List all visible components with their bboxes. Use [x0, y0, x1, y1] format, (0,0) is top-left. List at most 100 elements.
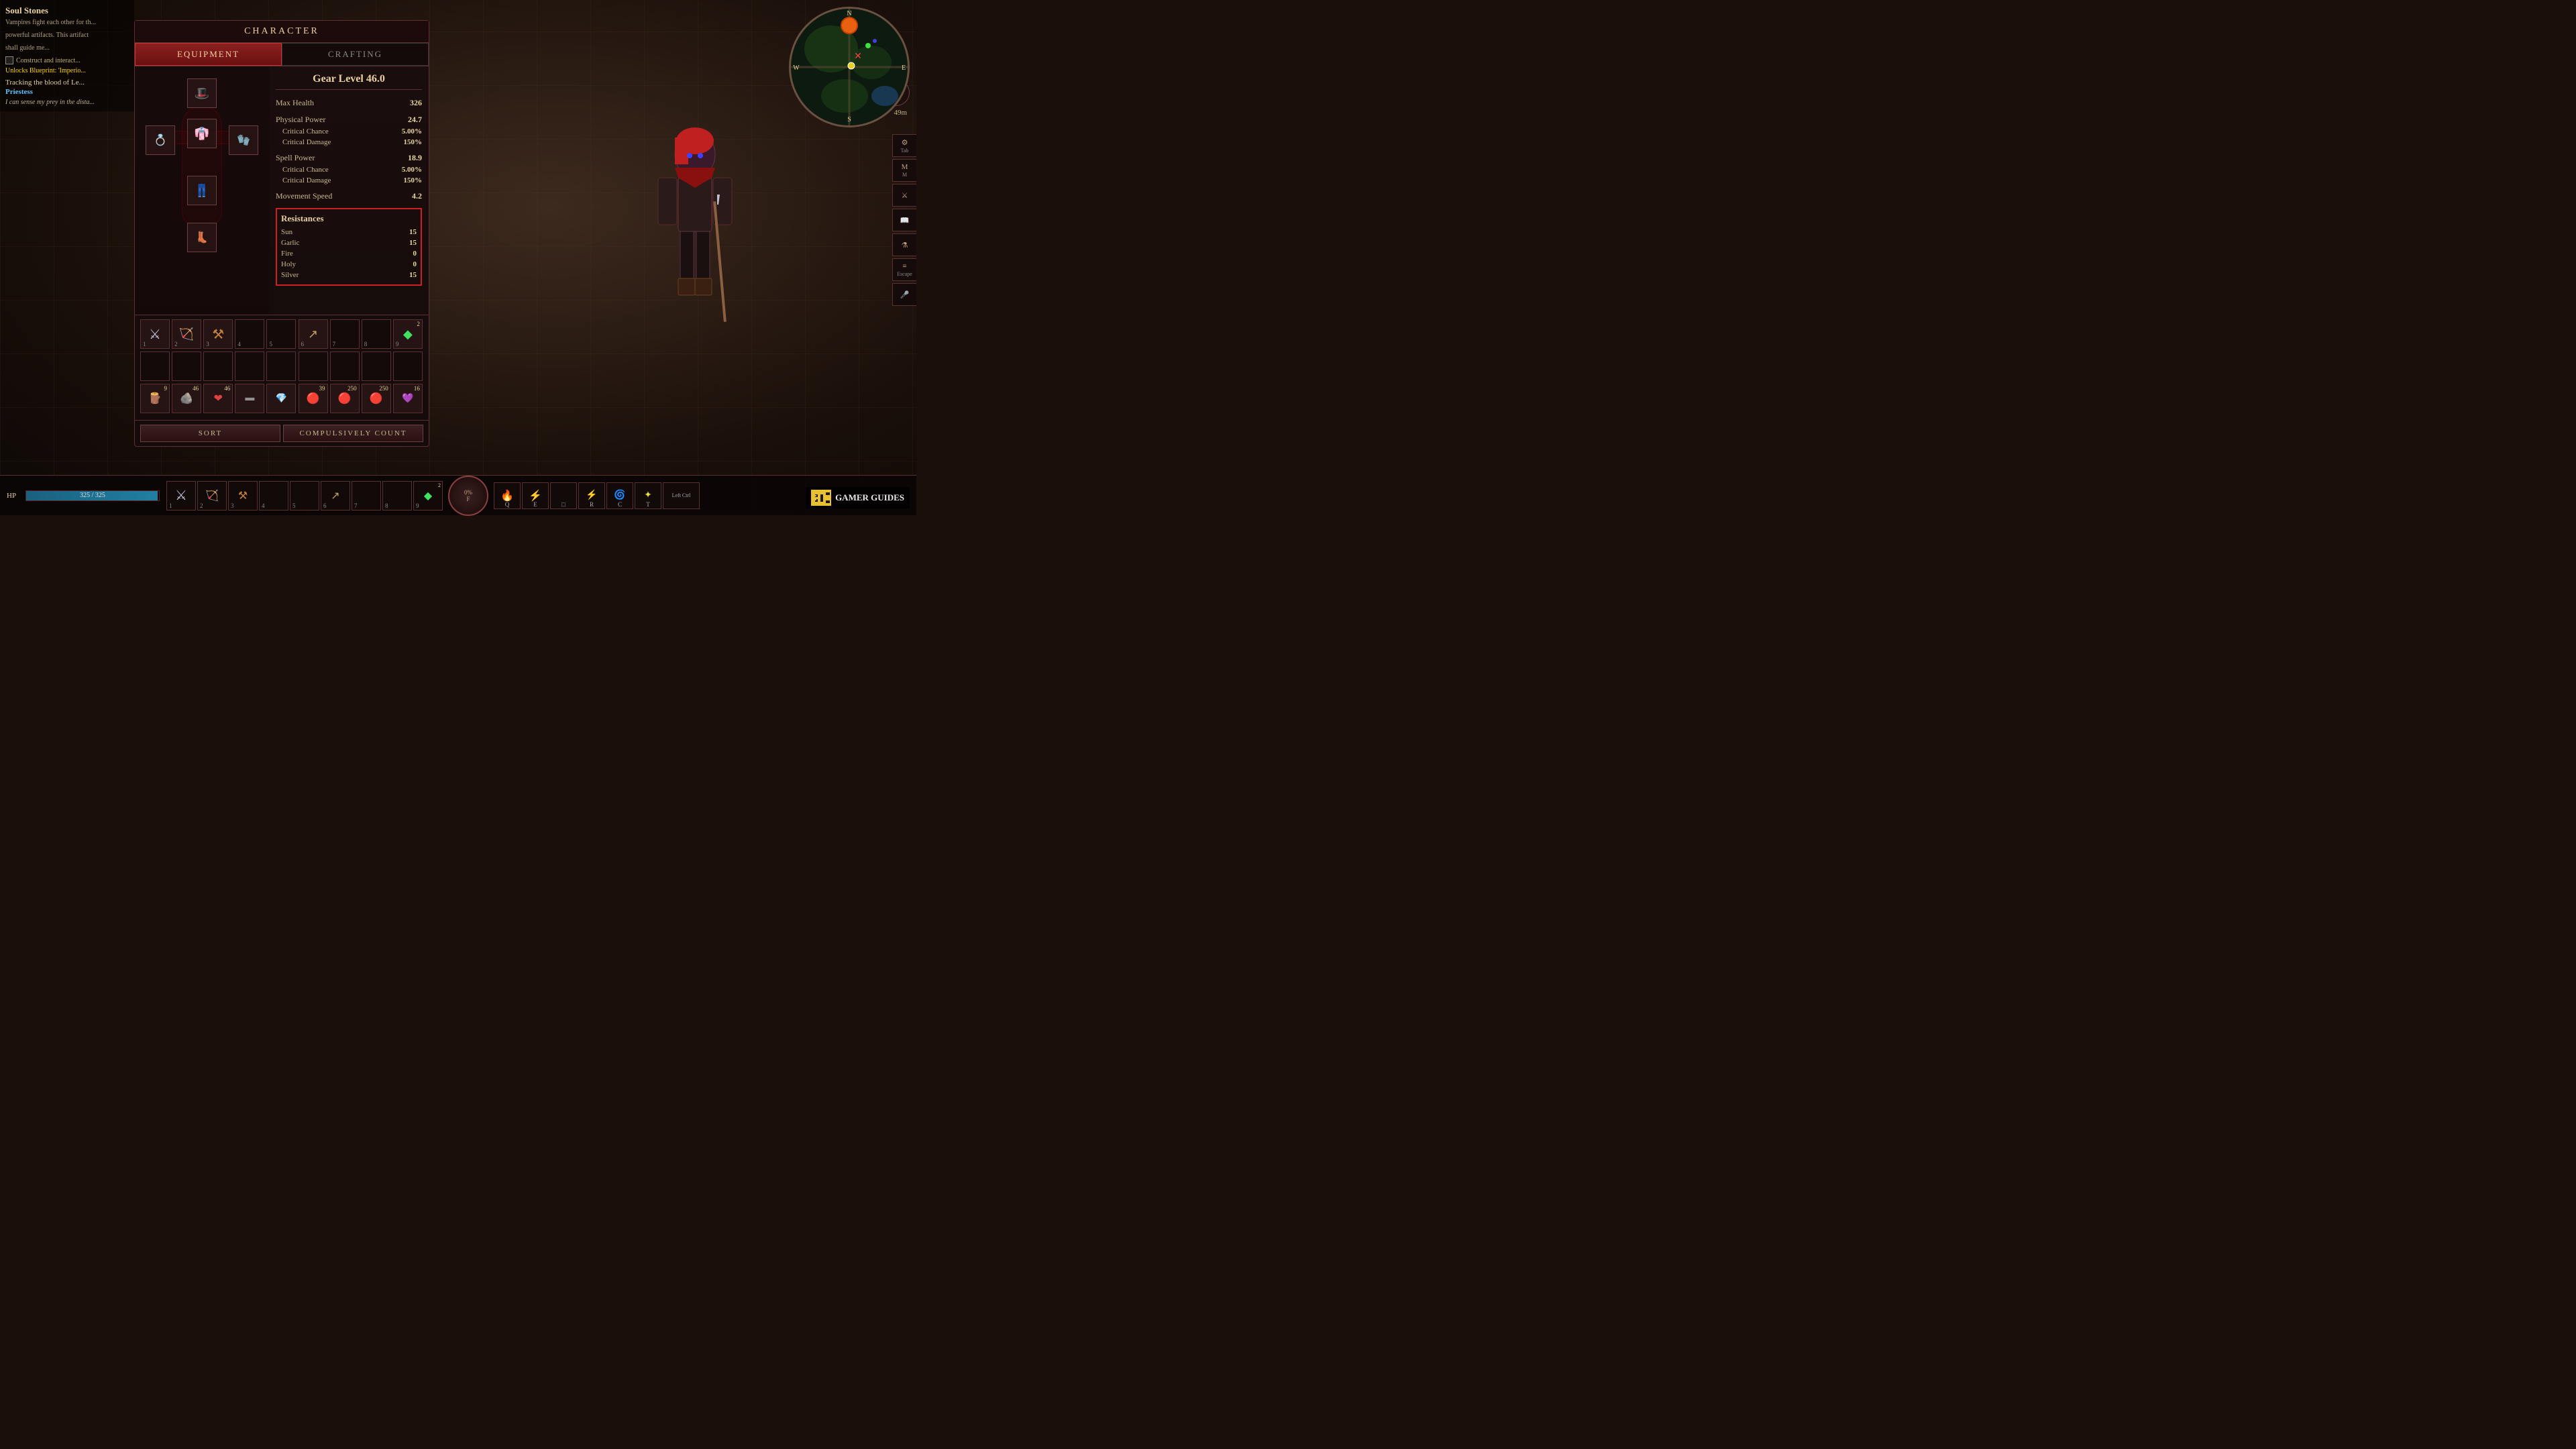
- count-button[interactable]: COMPULSIVELY COUNT: [283, 425, 423, 442]
- resistances-title: Resistances: [281, 213, 417, 224]
- panel-tabs: EQUIPMENT CRAFTING: [135, 43, 429, 66]
- sidebar-btn-alchemy[interactable]: ⚗: [892, 233, 916, 256]
- stat-physical-power: Physical Power 24.7: [276, 113, 422, 126]
- inv-slot-17[interactable]: [362, 352, 391, 381]
- action-icon-q: 🔥: [500, 489, 514, 502]
- inv-slot-16[interactable]: [330, 352, 360, 381]
- action-icon-c: 🌀: [614, 490, 625, 501]
- skill-icon-9: ◆: [424, 489, 432, 502]
- inv-item-1: ⚔: [144, 323, 166, 345]
- resource-item-4: ▬: [238, 387, 261, 410]
- inv-slot-9[interactable]: ◆ 2 9: [393, 319, 423, 349]
- resource-slot-6[interactable]: 🔴 39: [299, 384, 328, 413]
- sort-button[interactable]: SORT: [140, 425, 280, 442]
- inv-slot-13[interactable]: [235, 352, 264, 381]
- equip-slot-head[interactable]: 🎩: [187, 78, 217, 108]
- skill-slot-2[interactable]: 🏹 2: [197, 481, 227, 511]
- action-key-ctrl: Left Ctrl: [672, 492, 691, 498]
- inv-slot-1[interactable]: ⚔ 1: [140, 319, 170, 349]
- equip-slot-left-hand[interactable]: 💍: [146, 125, 175, 155]
- right-sidebar: ⚙ Tab M M ⚔ 📖 ⚗ ≡ Escape 🎤: [892, 134, 916, 306]
- inv-slot-3[interactable]: ⚒ 3: [203, 319, 233, 349]
- action-slot-e[interactable]: ⚡ E: [522, 482, 549, 509]
- tab-crafting[interactable]: CRAFTING: [282, 43, 429, 66]
- inv-slot-14[interactable]: [266, 352, 296, 381]
- hp-label: HP: [7, 492, 20, 500]
- quest-checkbox-row[interactable]: Construct and interact...: [5, 56, 129, 64]
- action-slot-c[interactable]: 🌀 C: [606, 482, 633, 509]
- equip-slot-chest[interactable]: 👘: [187, 119, 217, 148]
- svg-text:✕: ✕: [854, 52, 862, 62]
- resist-fire: Fire 0: [281, 248, 417, 259]
- quest-unlock: Unlocks Blueprint: 'Imperio...: [5, 67, 129, 74]
- sidebar-btn-tab[interactable]: ⚙ Tab: [892, 134, 916, 157]
- equip-slot-feet[interactable]: 👢: [187, 223, 217, 252]
- sidebar-btn-journal[interactable]: 📖: [892, 209, 916, 231]
- stat-group-spell: Spell Power 18.9 Critical Chance 5.00% C…: [276, 152, 422, 186]
- stat-movement-speed: Movement Speed 4.2: [276, 190, 422, 203]
- sidebar-btn-map[interactable]: M M: [892, 159, 916, 182]
- bottom-hud: HP 325 / 325 ⚔ 1 🏹 2 ⚒ 3 4 5 ↗ 6 7: [0, 475, 916, 515]
- inv-slot-4[interactable]: 4: [235, 319, 264, 349]
- inv-slot-7[interactable]: 7: [330, 319, 360, 349]
- inv-slot-15[interactable]: [299, 352, 328, 381]
- journal-icon: 📖: [900, 216, 910, 225]
- action-slot-ctrl[interactable]: Left Ctrl: [663, 482, 700, 509]
- tab-equipment[interactable]: EQUIPMENT: [135, 43, 282, 66]
- left-hand-item-icon: 💍: [148, 128, 172, 152]
- stat-phys-crit-damage: Critical Damage 150%: [276, 137, 422, 148]
- sidebar-btn-voice[interactable]: 🎤: [892, 283, 916, 306]
- stat-phys-crit-chance: Critical Chance 5.00%: [276, 126, 422, 137]
- resist-garlic: Garlic 15: [281, 237, 417, 248]
- action-slot-q[interactable]: 🔥 Q: [494, 482, 521, 509]
- hp-bar: 325 / 325: [25, 490, 160, 501]
- skill-slot-4[interactable]: 4: [259, 481, 288, 511]
- resource-item-1: 🪵: [144, 387, 166, 410]
- minimap: N S E W ✕: [789, 7, 910, 127]
- equip-slot-legs[interactable]: 👖: [187, 176, 217, 205]
- inv-item-3: ⚒: [207, 323, 229, 345]
- voice-icon: 🎤: [900, 290, 910, 299]
- skill-slot-9[interactable]: ◆ 2 9: [413, 481, 443, 511]
- sidebar-btn-combat[interactable]: ⚔: [892, 184, 916, 207]
- action-slot-square[interactable]: □: [550, 482, 577, 509]
- orb-key: F: [466, 496, 470, 502]
- skill-slot-5[interactable]: 5: [290, 481, 319, 511]
- orb-percent: 0%: [464, 489, 472, 496]
- skill-slot-6[interactable]: ↗ 6: [321, 481, 350, 511]
- inv-slot-12[interactable]: [203, 352, 233, 381]
- resource-slot-9[interactable]: 💜 16: [393, 384, 423, 413]
- resource-slot-7[interactable]: 🔴 250: [330, 384, 360, 413]
- inv-slot-6[interactable]: ↗ 6: [299, 319, 328, 349]
- stats-panel: Gear Level 46.0 Max Health 326 Physical …: [269, 66, 429, 315]
- resource-slot-1[interactable]: 🪵 9: [140, 384, 170, 413]
- inv-slot-8[interactable]: 8: [362, 319, 391, 349]
- resist-silver: Silver 15: [281, 270, 417, 280]
- inv-slot-5[interactable]: 5: [266, 319, 296, 349]
- inv-slot-10[interactable]: [140, 352, 170, 381]
- action-slot-r[interactable]: ⚡ R: [578, 482, 605, 509]
- hp-bar-area: HP 325 / 325: [7, 490, 160, 501]
- inv-item-2: 🏹: [175, 323, 198, 345]
- resource-slot-2[interactable]: 🪨 46: [172, 384, 201, 413]
- svg-text:S: S: [847, 116, 851, 123]
- skill-slot-3[interactable]: ⚒ 3: [228, 481, 258, 511]
- skill-slot-1[interactable]: ⚔ 1: [166, 481, 196, 511]
- inv-slot-11[interactable]: [172, 352, 201, 381]
- skill-slot-7[interactable]: 7: [352, 481, 381, 511]
- resource-slot-8[interactable]: 🔴 250: [362, 384, 391, 413]
- inv-slot-18[interactable]: [393, 352, 423, 381]
- action-slot-t[interactable]: ✦ T: [635, 482, 661, 509]
- resource-slot-5[interactable]: 💎: [266, 384, 296, 413]
- resource-slot-3[interactable]: ❤ 46: [203, 384, 233, 413]
- skill-slot-8[interactable]: 8: [382, 481, 412, 511]
- gear-level: Gear Level 46.0: [276, 73, 422, 90]
- sidebar-btn-escape[interactable]: ≡ Escape: [892, 258, 916, 281]
- quest-checkbox[interactable]: [5, 56, 13, 64]
- equip-slot-right-hand[interactable]: 🧤: [229, 125, 258, 155]
- inv-slot-2[interactable]: 🏹 2: [172, 319, 201, 349]
- minimap-svg: N S E W ✕: [791, 9, 908, 125]
- right-hand-item-icon: 🧤: [231, 128, 256, 152]
- stat-spell-power: Spell Power 18.9: [276, 152, 422, 164]
- resource-slot-4[interactable]: ▬: [235, 384, 264, 413]
